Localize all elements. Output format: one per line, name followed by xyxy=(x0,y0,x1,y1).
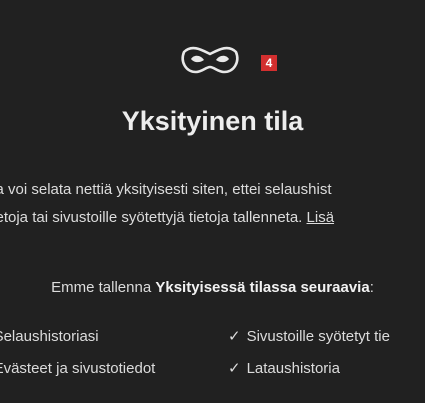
description-line-2-text: tietoja tai sivustoille syötettyjä tieto… xyxy=(0,209,307,226)
not-saved-heading-prefix: Emme tallenna xyxy=(51,279,156,296)
checkmark-icon: ✓ xyxy=(228,328,241,345)
not-saved-item-label: Evästeet ja sivustotiedot xyxy=(0,360,156,377)
not-saved-item-browsing-history: ✓Selaushistoriasi xyxy=(0,327,99,347)
not-saved-heading: Emme tallenna Yksityisessä tilassa seura… xyxy=(0,278,425,298)
step-number-badge: 4 xyxy=(261,55,277,71)
not-saved-item-label: Lataushistoria xyxy=(246,360,340,377)
private-mode-page: 4 Yksityinen tila sa voi selata nettiä y… xyxy=(0,0,425,403)
not-saved-item-cookies: ✓Evästeet ja sivustotiedot xyxy=(0,359,155,379)
not-saved-item-label: Selaushistoriasi xyxy=(0,328,99,345)
screenshot-frame: 4 Yksityinen tila sa voi selata nettiä y… xyxy=(0,0,427,406)
not-saved-heading-bold: Yksityisessä tilassa seuraavia xyxy=(155,279,370,296)
not-saved-heading-suffix: : xyxy=(369,279,374,296)
not-saved-item-download-history: ✓ Lataushistoria xyxy=(228,359,340,379)
not-saved-item-label: Sivustoille syötetyt tie xyxy=(246,328,390,345)
description-line-2: tietoja tai sivustoille syötettyjä tieto… xyxy=(0,208,425,228)
description-line-1: sa voi selata nettiä yksityisesti siten,… xyxy=(0,181,332,198)
checkmark-icon: ✓ xyxy=(228,360,241,377)
not-saved-item-form-data: ✓ Sivustoille syötetyt tie xyxy=(228,327,390,347)
learn-more-link[interactable]: Lisä xyxy=(307,209,335,226)
incognito-mask-icon xyxy=(181,46,239,74)
page-title: Yksityinen tila xyxy=(121,106,304,136)
